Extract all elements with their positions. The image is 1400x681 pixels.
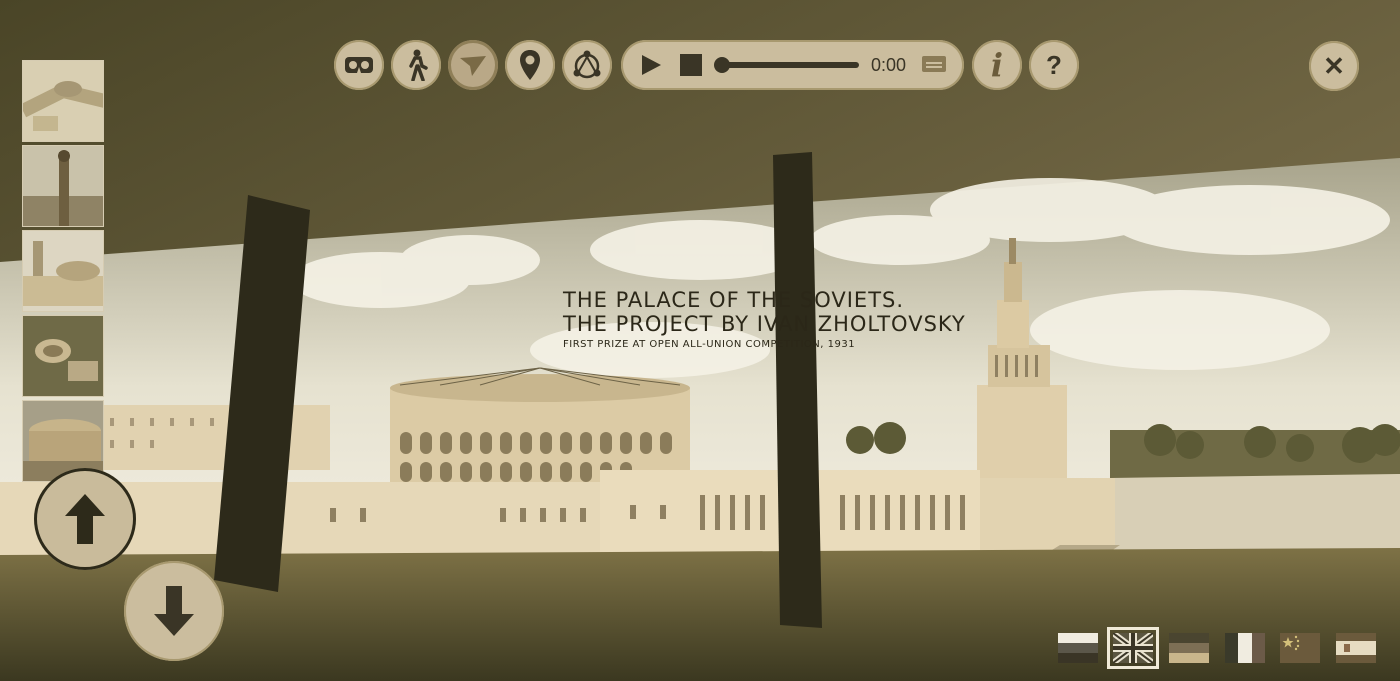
move-down-button[interactable]	[124, 561, 224, 661]
scene-thumbnails	[22, 60, 104, 485]
flag-ru[interactable]	[1058, 633, 1098, 663]
fly-mode-button[interactable]	[448, 40, 498, 90]
thumbnail-palace-front[interactable]	[22, 230, 104, 312]
up-arrow-icon	[65, 494, 105, 544]
orbit-button[interactable]	[562, 40, 612, 90]
orbit-icon	[573, 50, 601, 79]
flag-cn[interactable]	[1280, 633, 1320, 663]
audio-progress-knob[interactable]	[714, 57, 730, 73]
close-icon: ✕	[1323, 50, 1345, 81]
flag-en[interactable]	[1107, 627, 1159, 669]
walk-icon	[409, 49, 428, 81]
play-icon[interactable]	[639, 53, 663, 77]
close-button[interactable]: ✕	[1309, 41, 1359, 91]
info-button[interactable]: i	[972, 40, 1022, 90]
map-pin-button[interactable]	[505, 40, 555, 90]
uk-flag-icon	[1113, 633, 1153, 663]
flag-es[interactable]	[1336, 633, 1376, 663]
walk-mode-button[interactable]	[391, 40, 441, 90]
move-up-button[interactable]	[34, 468, 136, 570]
info-icon: i	[990, 46, 1004, 84]
thumbnail-tower-statue[interactable]	[22, 145, 104, 227]
caption-title: THE PALACE OF THE SOVIETS.	[563, 288, 905, 312]
audio-time: 0:00	[871, 55, 907, 75]
scene-caption: THE PALACE OF THE SOVIETS. THE PROJECT B…	[563, 288, 966, 350]
thumbnail-colosseum-aerial[interactable]	[22, 315, 104, 397]
audio-progress-track[interactable]	[714, 57, 859, 73]
subtitles-icon[interactable]	[921, 53, 947, 75]
flag-de[interactable]	[1169, 633, 1209, 663]
cn-flag-icon	[1280, 633, 1320, 663]
help-button[interactable]: ?	[1029, 40, 1079, 90]
caption-subtitle: THE PROJECT BY IVAN ZHOLTOVSKY	[563, 312, 966, 336]
map-pin-icon	[520, 50, 540, 80]
vr-mode-button[interactable]	[334, 40, 384, 90]
audio-player: 0:00	[621, 40, 964, 90]
flag-it[interactable]	[1225, 633, 1265, 663]
stop-icon[interactable]	[679, 53, 703, 77]
down-arrow-icon	[154, 586, 194, 636]
thumbnail-aerial-overview[interactable]	[22, 60, 104, 142]
help-icon: ?	[1046, 49, 1062, 80]
fly-icon	[460, 56, 486, 76]
vr-headset-icon	[345, 57, 373, 73]
caption-note: FIRST PRIZE AT OPEN ALL-UNION COMPETITIO…	[563, 339, 856, 350]
